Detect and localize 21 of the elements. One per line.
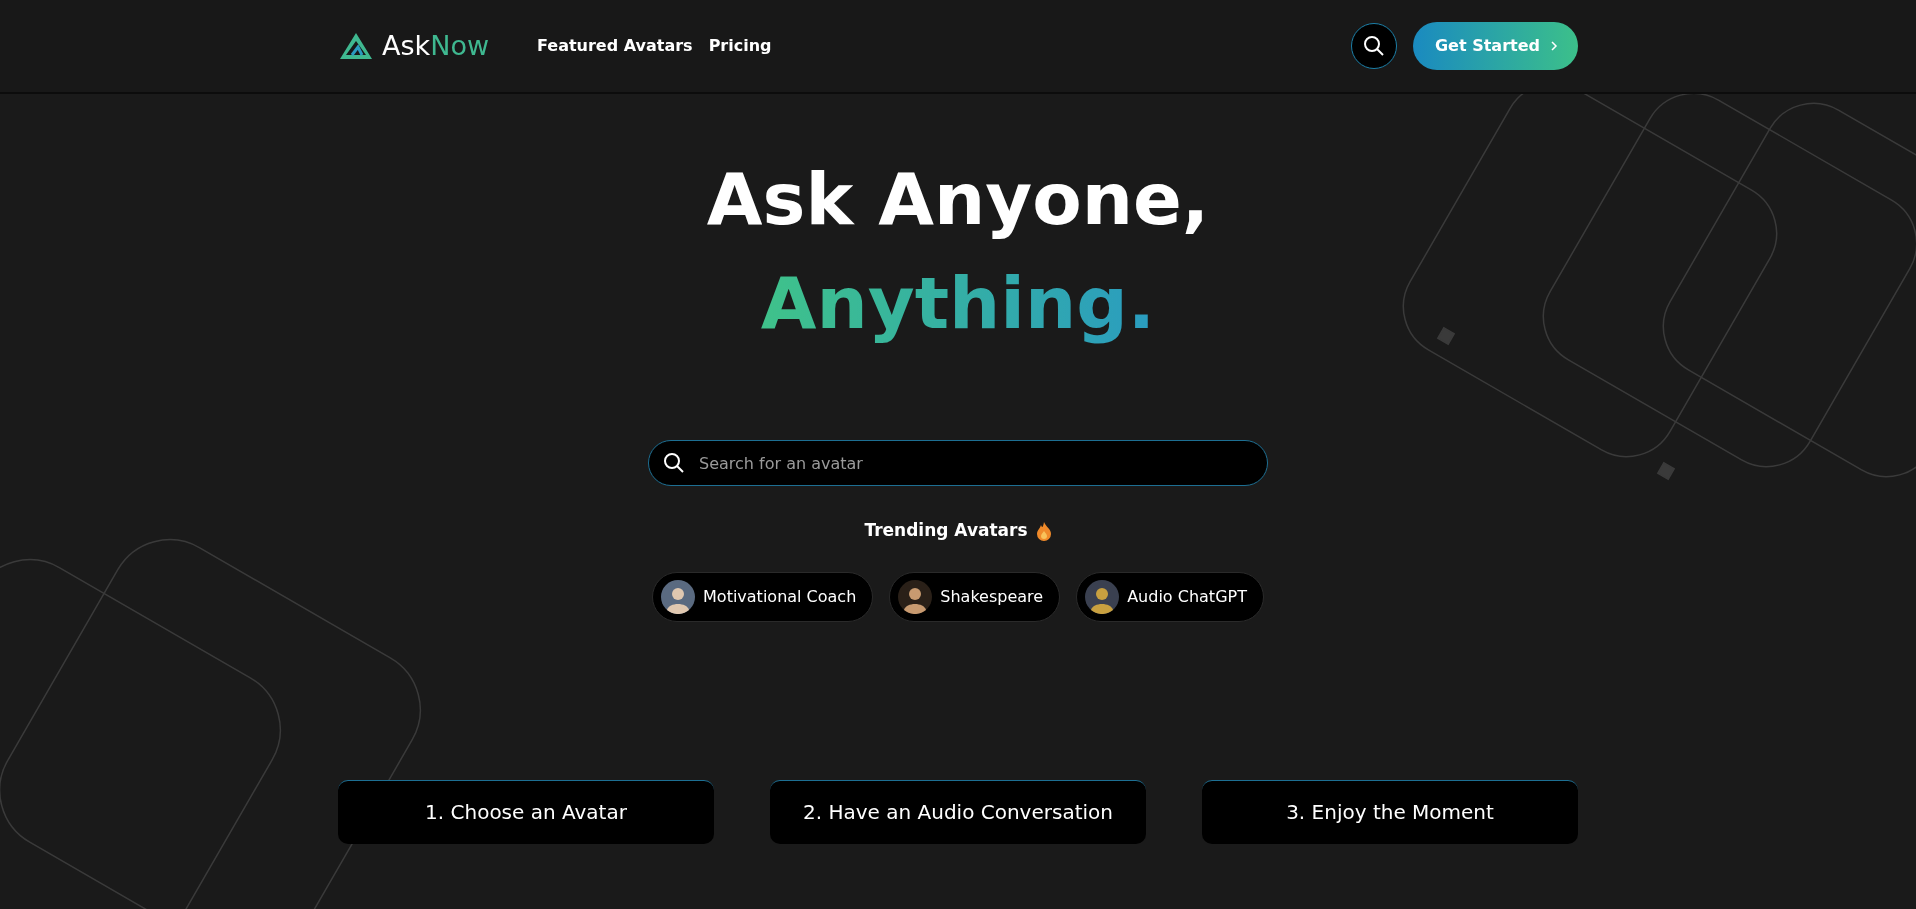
chevron-right-icon — [1550, 40, 1558, 52]
search-field[interactable]: Search for an avatar — [648, 440, 1268, 486]
avatar-icon — [898, 579, 933, 614]
step-card: 3. Enjoy the Moment — [1202, 779, 1578, 844]
search-icon — [1362, 34, 1386, 58]
hero-title: Ask Anyone, — [706, 156, 1210, 243]
nav-link[interactable]: Featured Avatars — [537, 34, 693, 58]
avatar-chip[interactable]: Motivational Coach — [652, 571, 874, 622]
step-card: 2. Have an Audio Conversation — [770, 779, 1146, 844]
avatar-chip[interactable]: Shakespeare — [889, 571, 1061, 622]
logo-icon — [338, 31, 374, 61]
logo[interactable]: AskNow — [382, 25, 489, 67]
search-button[interactable] — [1351, 23, 1397, 69]
nav-link[interactable]: Pricing — [708, 34, 772, 58]
flame-icon — [1035, 520, 1052, 541]
avatar-icon — [1085, 579, 1120, 614]
avatar-icon — [661, 579, 696, 614]
step-card: 1. Choose an Avatar — [338, 779, 714, 844]
trending-title: Trending Avatars — [864, 519, 1028, 542]
search-icon — [662, 451, 686, 475]
avatar-chip[interactable]: Audio ChatGPT — [1076, 571, 1264, 622]
